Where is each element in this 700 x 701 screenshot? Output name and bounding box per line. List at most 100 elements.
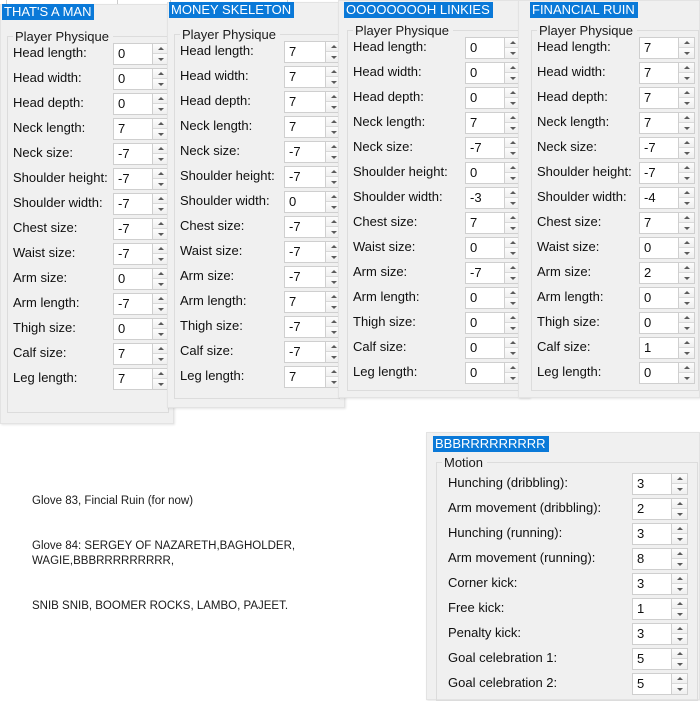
numeric-stepper[interactable]: -7	[465, 137, 521, 159]
numeric-stepper[interactable]: 3	[632, 523, 688, 545]
numeric-stepper[interactable]: 7	[465, 212, 521, 234]
stepper-up-icon[interactable]	[153, 369, 168, 379]
stepper-down-icon[interactable]	[679, 223, 694, 233]
stepper-up-icon[interactable]	[679, 363, 694, 373]
numeric-stepper[interactable]: -7	[113, 193, 169, 215]
stepper-up-icon[interactable]	[153, 69, 168, 79]
numeric-stepper[interactable]: 0	[465, 362, 521, 384]
stepper-value[interactable]: 2	[639, 262, 678, 284]
stepper-value[interactable]: 0	[465, 37, 504, 59]
stepper-value[interactable]: -7	[113, 243, 152, 265]
stepper-down-icon[interactable]	[672, 684, 687, 694]
stepper-down-icon[interactable]	[679, 248, 694, 258]
numeric-stepper[interactable]: -7	[284, 216, 342, 238]
stepper-value[interactable]: 7	[639, 87, 678, 109]
stepper-down-icon[interactable]	[679, 148, 694, 158]
numeric-stepper[interactable]: -7	[284, 341, 342, 363]
stepper-up-icon[interactable]	[672, 524, 687, 534]
stepper-value[interactable]: 0	[639, 312, 678, 334]
stepper-up-icon[interactable]	[679, 113, 694, 123]
stepper-down-icon[interactable]	[153, 329, 168, 339]
numeric-stepper[interactable]: 7	[284, 66, 342, 88]
numeric-stepper[interactable]: 0	[465, 162, 521, 184]
stepper-down-icon[interactable]	[153, 154, 168, 164]
stepper-up-icon[interactable]	[679, 338, 694, 348]
stepper-up-icon[interactable]	[672, 574, 687, 584]
numeric-stepper[interactable]: -7	[113, 243, 169, 265]
stepper-up-icon[interactable]	[679, 213, 694, 223]
stepper-value[interactable]: 0	[465, 87, 504, 109]
numeric-stepper[interactable]: -7	[639, 137, 695, 159]
numeric-stepper[interactable]: 2	[632, 498, 688, 520]
stepper-up-icon[interactable]	[672, 649, 687, 659]
numeric-stepper[interactable]: 1	[639, 337, 695, 359]
numeric-stepper[interactable]: -7	[113, 293, 169, 315]
stepper-value[interactable]: -7	[639, 162, 678, 184]
numeric-stepper[interactable]: 7	[639, 87, 695, 109]
numeric-stepper[interactable]: 0	[113, 43, 169, 65]
stepper-down-icon[interactable]	[153, 379, 168, 389]
numeric-stepper[interactable]: 7	[284, 41, 342, 63]
numeric-stepper[interactable]: 3	[632, 623, 688, 645]
stepper-down-icon[interactable]	[153, 104, 168, 114]
stepper-value[interactable]: 0	[639, 237, 678, 259]
stepper-value[interactable]: 7	[639, 112, 678, 134]
numeric-stepper[interactable]: -7	[113, 168, 169, 190]
stepper-up-icon[interactable]	[679, 63, 694, 73]
stepper-value[interactable]: 3	[632, 573, 671, 595]
stepper-value[interactable]: 0	[465, 287, 504, 309]
numeric-stepper[interactable]: 7	[113, 368, 169, 390]
numeric-stepper[interactable]: 7	[113, 343, 169, 365]
stepper-up-icon[interactable]	[153, 294, 168, 304]
stepper-value[interactable]: -7	[284, 216, 325, 238]
stepper-value[interactable]: 7	[113, 118, 152, 140]
stepper-value[interactable]: 0	[465, 362, 504, 384]
stepper-up-icon[interactable]	[672, 474, 687, 484]
stepper-value[interactable]: 7	[284, 291, 325, 313]
stepper-value[interactable]: 0	[113, 268, 152, 290]
stepper-down-icon[interactable]	[679, 73, 694, 83]
stepper-up-icon[interactable]	[672, 499, 687, 509]
stepper-down-icon[interactable]	[153, 254, 168, 264]
stepper-value[interactable]: 8	[632, 548, 671, 570]
numeric-stepper[interactable]: 0	[639, 362, 695, 384]
stepper-value[interactable]: 0	[465, 162, 504, 184]
stepper-value[interactable]: -7	[113, 193, 152, 215]
stepper-up-icon[interactable]	[153, 119, 168, 129]
stepper-up-icon[interactable]	[679, 188, 694, 198]
stepper-value[interactable]: 3	[632, 523, 671, 545]
stepper-up-icon[interactable]	[153, 169, 168, 179]
stepper-up-icon[interactable]	[153, 194, 168, 204]
stepper-value[interactable]: -7	[113, 168, 152, 190]
stepper-value[interactable]: 7	[639, 37, 678, 59]
stepper-value[interactable]: 7	[639, 62, 678, 84]
stepper-down-icon[interactable]	[679, 198, 694, 208]
numeric-stepper[interactable]: 0	[284, 191, 342, 213]
stepper-up-icon[interactable]	[153, 269, 168, 279]
stepper-value[interactable]: -7	[284, 341, 325, 363]
stepper-value[interactable]: -7	[465, 262, 504, 284]
stepper-down-icon[interactable]	[153, 354, 168, 364]
stepper-down-icon[interactable]	[672, 584, 687, 594]
stepper-value[interactable]: 7	[465, 212, 504, 234]
stepper-value[interactable]: -7	[284, 141, 325, 163]
stepper-up-icon[interactable]	[153, 344, 168, 354]
numeric-stepper[interactable]: 7	[284, 366, 342, 388]
numeric-stepper[interactable]: 5	[632, 673, 688, 695]
stepper-up-icon[interactable]	[153, 94, 168, 104]
numeric-stepper[interactable]: 0	[639, 312, 695, 334]
numeric-stepper[interactable]: 7	[284, 291, 342, 313]
stepper-value[interactable]: 0	[639, 287, 678, 309]
stepper-up-icon[interactable]	[672, 549, 687, 559]
stepper-value[interactable]: -7	[113, 143, 152, 165]
stepper-down-icon[interactable]	[679, 98, 694, 108]
stepper-up-icon[interactable]	[153, 244, 168, 254]
stepper-up-icon[interactable]	[679, 138, 694, 148]
stepper-down-icon[interactable]	[153, 79, 168, 89]
numeric-stepper[interactable]: 0	[465, 237, 521, 259]
stepper-down-icon[interactable]	[672, 634, 687, 644]
numeric-stepper[interactable]: 7	[465, 112, 521, 134]
stepper-up-icon[interactable]	[679, 38, 694, 48]
numeric-stepper[interactable]: 0	[465, 312, 521, 334]
stepper-value[interactable]: -7	[113, 218, 152, 240]
